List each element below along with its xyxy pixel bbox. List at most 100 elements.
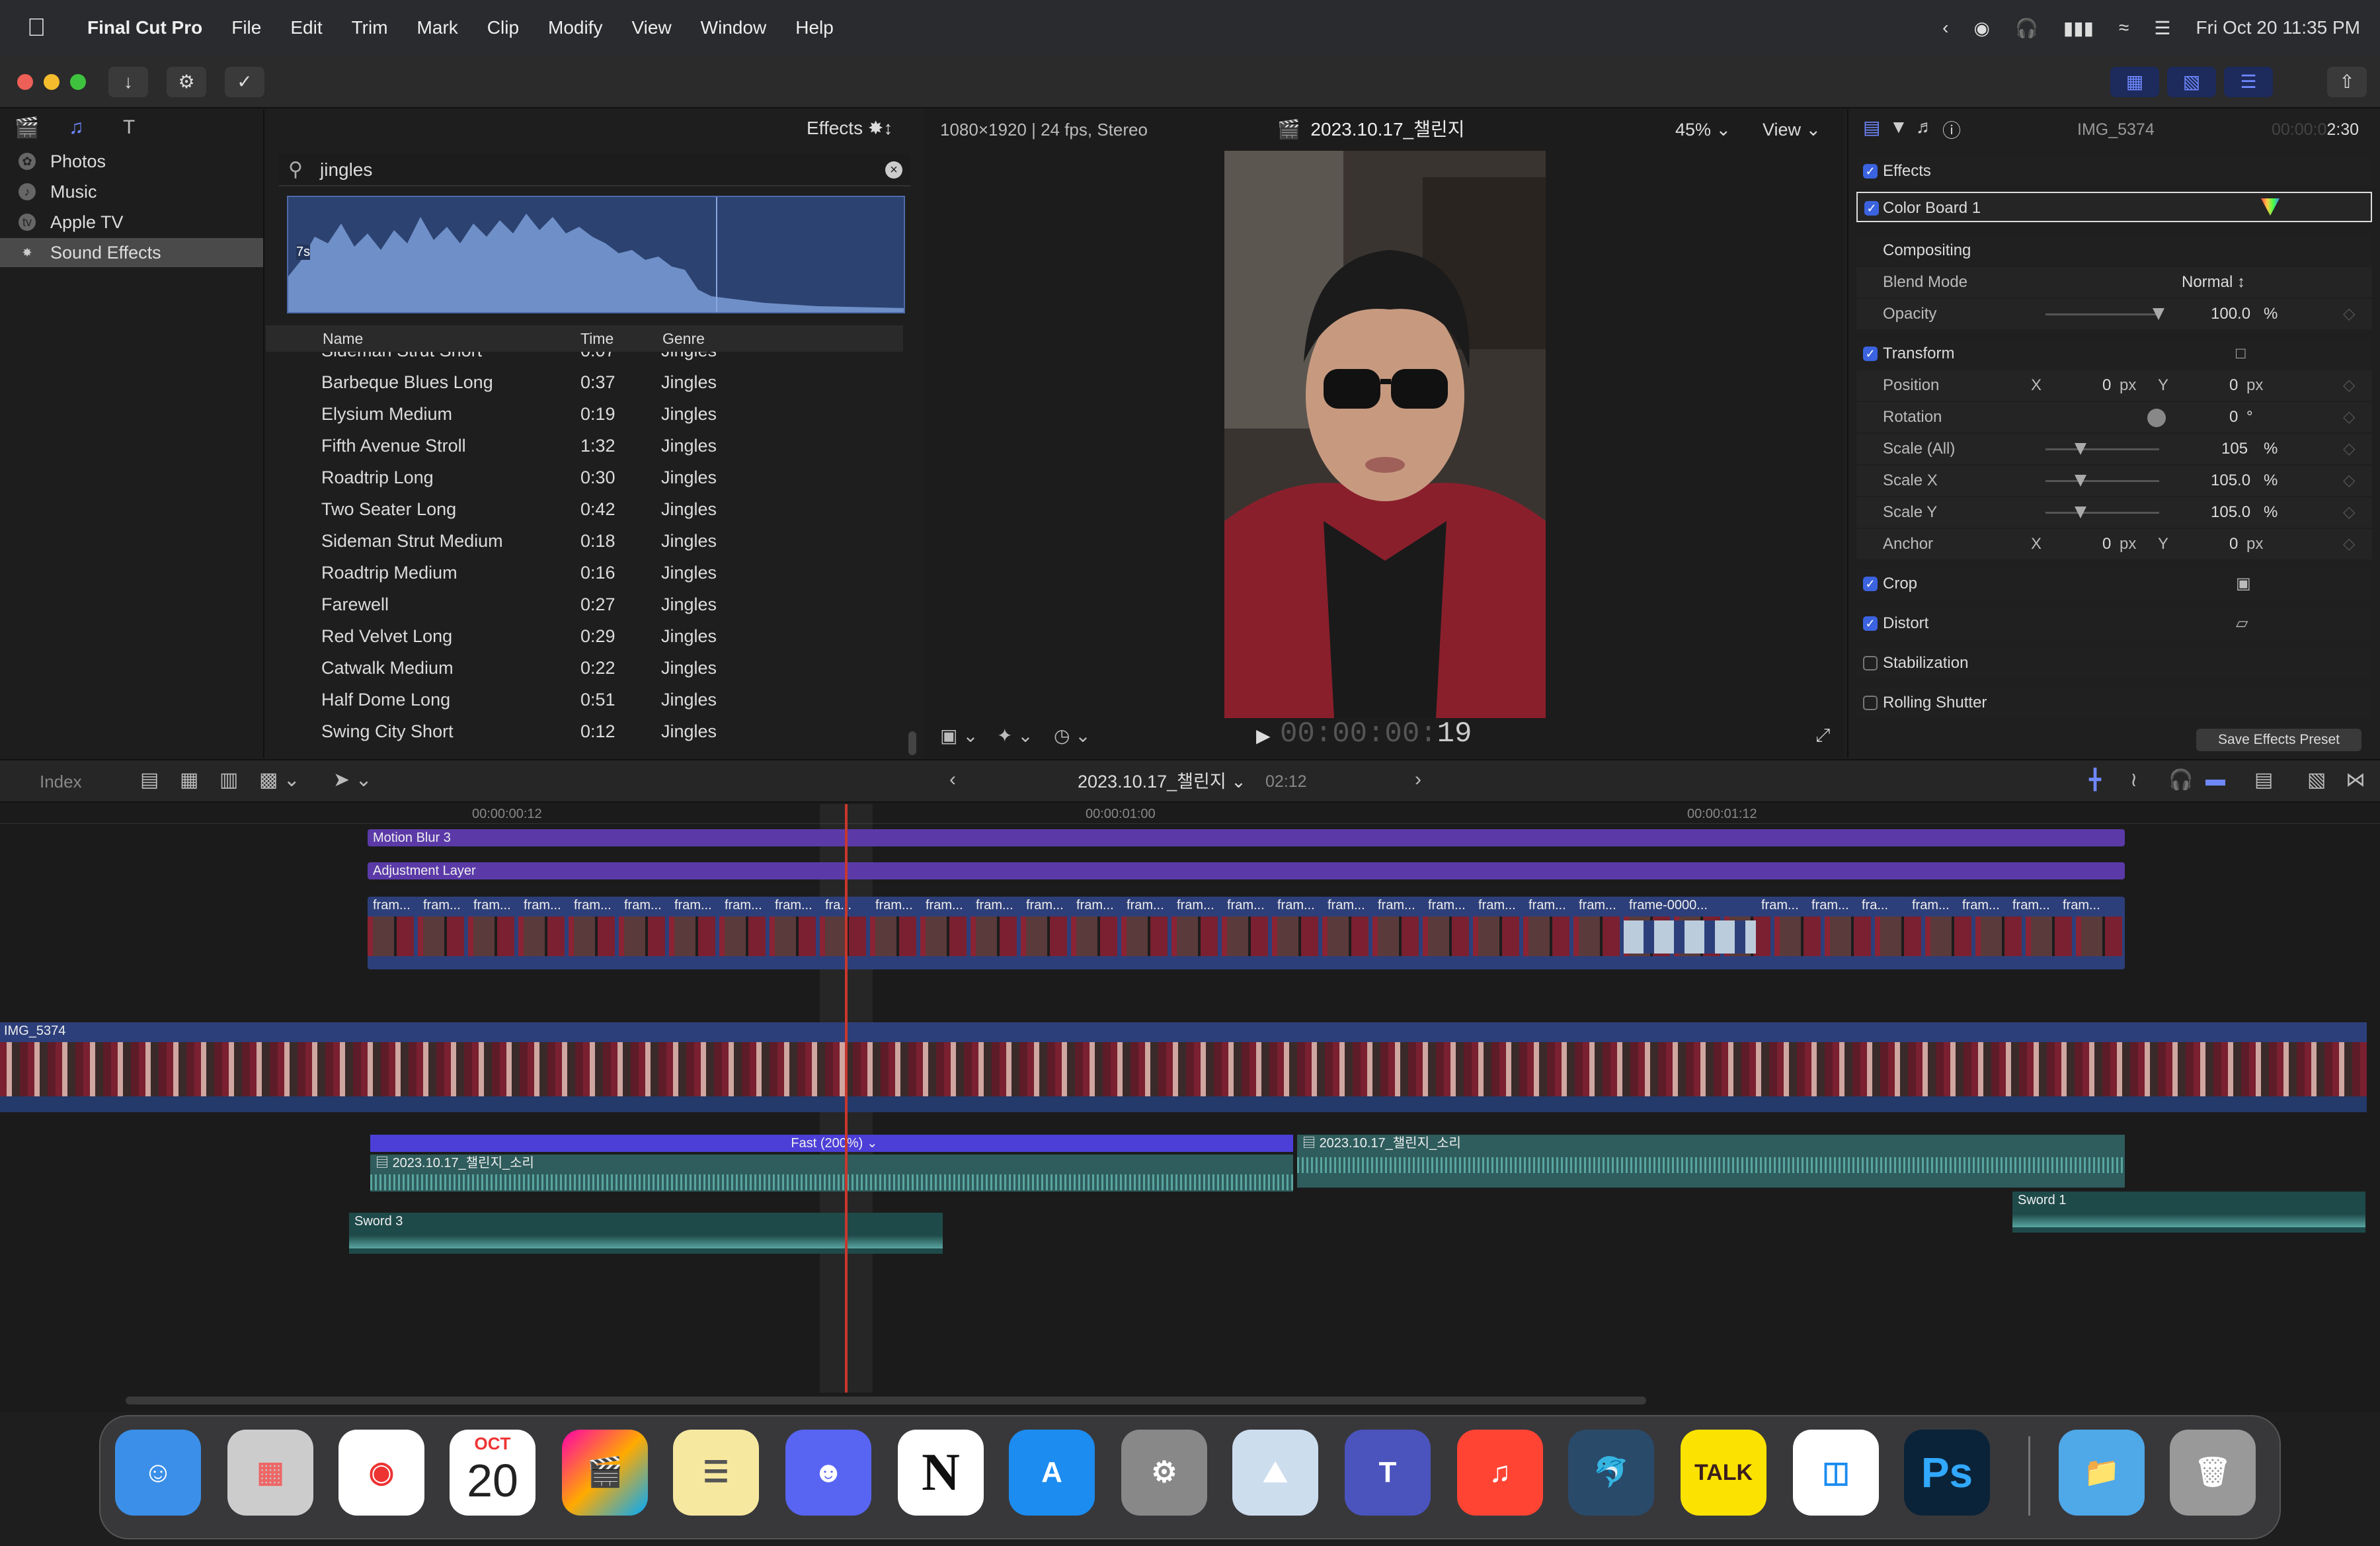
inspector-toggle-icon[interactable]: ☰ <box>2224 67 2273 97</box>
retime-bar[interactable]: Fast (200%) ⌄ <box>370 1135 1293 1152</box>
trash-icon[interactable]: 🗑 <box>2170 1430 2256 1516</box>
frame-clip-label[interactable]: fram... <box>920 897 971 914</box>
library-item-photos[interactable]: ✿ Photos <box>0 147 263 176</box>
select-tool-icon[interactable]: ➤ ⌄ <box>333 768 372 792</box>
notes-icon[interactable]: ☰ <box>673 1430 759 1516</box>
scale-x-value[interactable]: 105.0 <box>2211 466 2250 496</box>
menu-modify[interactable]: Modify <box>534 17 617 38</box>
keyframe-icon[interactable]: ◇ <box>2343 529 2355 559</box>
column-name-header[interactable]: Name <box>323 325 363 352</box>
column-time-header[interactable]: Time <box>580 325 614 352</box>
transform-onscreen-icon[interactable]: □ <box>2236 339 2246 369</box>
opacity-slider[interactable] <box>2045 313 2159 315</box>
kakaotalk-icon[interactable]: TALK <box>1681 1430 1766 1516</box>
save-effects-preset-button[interactable]: Save Effects Preset <box>2196 729 2361 751</box>
frame-clips-lane[interactable]: fram... fram... fram... fram... fram... … <box>368 897 2125 969</box>
frame-clip-label[interactable]: frame-0000... <box>1624 897 1756 914</box>
sword-1-clip[interactable]: Sword 1 <box>2012 1192 2365 1233</box>
titles-generators-icon[interactable]: T <box>123 116 135 139</box>
zoom-dropdown[interactable]: 45% ⌄ <box>1675 116 1731 143</box>
minimize-window-button[interactable] <box>44 74 60 90</box>
frame-clip-label[interactable]: fram... <box>719 897 770 914</box>
list-item[interactable]: Elysium Medium 0:19 Jingles <box>266 398 903 430</box>
rotation-dial[interactable] <box>2147 409 2166 427</box>
insert-clip-icon[interactable]: ▦ <box>180 768 198 792</box>
overwrite-clip-icon[interactable]: ▩ ⌄ <box>259 768 300 792</box>
rotation-value[interactable]: 0 <box>2229 402 2238 432</box>
frame-clip-label[interactable]: fra... <box>1856 897 1907 914</box>
crop-section[interactable]: ✓ Crop ▣ <box>1856 569 2372 599</box>
final-cut-pro-icon[interactable]: 🎬 <box>562 1430 648 1516</box>
frame-clip-label[interactable]: fram... <box>569 897 619 914</box>
transitions-browser-icon[interactable]: ⋈ <box>2346 768 2365 792</box>
position-y-value[interactable]: 0 <box>2229 370 2238 401</box>
view-dropdown[interactable]: View ⌄ <box>1763 116 1821 143</box>
distort-checkbox[interactable]: ✓ <box>1863 616 1878 631</box>
play-button[interactable]: ▶ <box>1256 725 1271 747</box>
transform-tool-icon[interactable]: ▣ ⌄ <box>940 725 978 747</box>
timeline[interactable]: 00:00:00:12 00:00:01:00 00:00:01:12 Moti… <box>0 804 2380 1412</box>
frame-clip-label[interactable]: fram... <box>1957 897 2007 914</box>
list-item[interactable]: Half Dome Long 0:51 Jingles <box>266 684 903 715</box>
retime-tool-icon[interactable]: ◷ ⌄ <box>1054 725 1091 747</box>
import-icon[interactable]: ↓ <box>108 67 148 97</box>
timeline-toggle-icon[interactable]: ▧ <box>2167 67 2216 97</box>
finder-icon[interactable]: ☺ <box>115 1430 201 1516</box>
frame-clip-label[interactable]: fram... <box>870 897 920 914</box>
chrome-icon[interactable]: ◉ <box>338 1430 424 1516</box>
frame-clip-label[interactable]: fram... <box>2057 897 2108 914</box>
frame-clip-label[interactable]: fram... <box>971 897 1021 914</box>
anchor-x-value[interactable]: 0 <box>2102 529 2111 559</box>
photoshop-icon[interactable]: Ps <box>1904 1430 1990 1516</box>
discord-icon[interactable]: ☻ <box>785 1430 871 1516</box>
position-x-value[interactable]: 0 <box>2102 370 2111 401</box>
frame-clip-label[interactable]: fram... <box>669 897 719 914</box>
naver-works-icon[interactable]: ◫ <box>1793 1430 1879 1516</box>
background-tasks-icon[interactable]: ✓ <box>225 67 264 97</box>
frame-clip-label[interactable]: fram... <box>1322 897 1372 914</box>
menu-view[interactable]: View <box>617 17 686 38</box>
frame-clip-label[interactable]: fram... <box>1121 897 1171 914</box>
clip-appearance-icon[interactable]: ▤ <box>2254 768 2273 792</box>
library-item-music[interactable]: ♪ Music <box>0 177 263 206</box>
list-item[interactable]: Red Velvet Long 0:29 Jingles <box>266 620 903 652</box>
menu-file[interactable]: File <box>217 17 276 38</box>
frame-clip-label[interactable]: fram... <box>1473 897 1523 914</box>
zoom-window-button[interactable] <box>70 74 86 90</box>
audio-clip-2[interactable]: ▤ 2023.10.17_챌린지_소리 <box>1297 1135 2125 1188</box>
frame-clip-label[interactable]: fram... <box>1071 897 1121 914</box>
search-input[interactable]: ⚲ jingles × <box>279 153 910 186</box>
keyframe-icon[interactable]: ◇ <box>2343 402 2355 432</box>
share-icon[interactable]: ⇧ <box>2327 67 2367 97</box>
clear-search-icon[interactable]: × <box>885 161 902 179</box>
list-item[interactable]: Catwalk Medium 0:22 Jingles <box>266 652 903 684</box>
library-item-sound-effects[interactable]: ✸ Sound Effects <box>0 238 263 267</box>
list-item[interactable]: Farewell 0:27 Jingles <box>266 589 903 620</box>
menu-trim[interactable]: Trim <box>337 17 403 38</box>
menu-mark[interactable]: Mark <box>403 17 473 38</box>
frame-clip-label[interactable]: fram... <box>1372 897 1423 914</box>
fullscreen-icon[interactable]: ⤢ <box>1815 725 1830 747</box>
effects-browser-icon[interactable]: ▧ <box>2307 768 2326 792</box>
opacity-value[interactable]: 100.0 <box>2211 299 2250 329</box>
anchor-y-value[interactable]: 0 <box>2229 529 2238 559</box>
timeline-project-dropdown[interactable]: 2023.10.17_챌린지 ⌄ <box>1078 768 1246 795</box>
audio-inspector-icon[interactable]: ♬ <box>1916 116 1934 138</box>
rolling-shutter-section[interactable]: Rolling Shutter <box>1856 688 2372 718</box>
scale-all-value[interactable]: 105 <box>2221 434 2248 464</box>
frame-clip-label[interactable]: fram... <box>418 897 468 914</box>
frame-clip-label[interactable]: fram... <box>619 897 669 914</box>
crop-checkbox[interactable]: ✓ <box>1863 577 1878 591</box>
menu-clock[interactable]: Fri Oct 20 11:35 PM <box>2196 17 2360 38</box>
browser-header-effects[interactable]: Effects ✸↕ <box>807 114 892 143</box>
index-button[interactable]: Index <box>40 768 82 795</box>
menu-app-name[interactable]: Final Cut Pro <box>73 17 217 38</box>
video-frame[interactable] <box>1224 151 1546 718</box>
audio-clip-1[interactable]: ▤ 2023.10.17_챌린지_소리 <box>370 1155 1293 1192</box>
keyword-icon[interactable]: ⚙ <box>167 67 206 97</box>
calendar-icon[interactable]: OCT 20 <box>450 1430 536 1516</box>
headphones-icon[interactable]: 🎧 <box>2015 17 2038 39</box>
solo-icon[interactable]: 🎧 <box>2168 768 2193 792</box>
playhead[interactable] <box>845 804 848 1393</box>
timeline-ruler[interactable]: 00:00:00:12 00:00:01:00 00:00:01:12 <box>0 804 2380 824</box>
